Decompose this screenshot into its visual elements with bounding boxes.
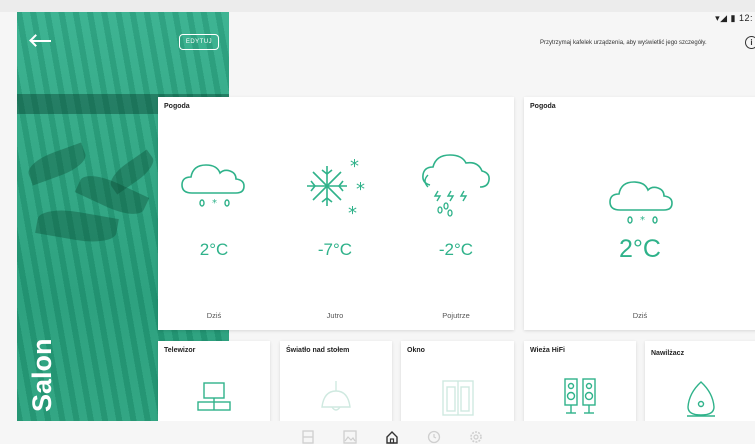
clock-icon[interactable] (427, 430, 441, 444)
tile-title: Pogoda (164, 103, 190, 110)
back-arrow-icon[interactable] (29, 34, 53, 48)
device-tile-hifi[interactable]: Wieża HiFi (524, 341, 636, 431)
svg-text:*: * (640, 215, 645, 226)
settings-icon[interactable] (469, 430, 483, 444)
cloud-snow-icon: * (181, 164, 245, 209)
svg-text:*: * (348, 203, 357, 220)
lamp-icon (321, 381, 351, 411)
edit-button[interactable]: EDYTUJ (179, 34, 219, 50)
tv-icon (197, 382, 231, 411)
cloud-storm-icon (422, 154, 490, 217)
forecast-temp-today: 2°C (199, 240, 229, 259)
image-icon[interactable] (343, 430, 357, 444)
window-icon (442, 380, 474, 416)
forecast-day-tomorrow: Jutro (326, 311, 344, 320)
weather-day: Dziś (632, 311, 648, 320)
cloud-snow-icon: * (609, 181, 673, 226)
forecast-day-after-tomorrow: Pojutrze (442, 311, 470, 320)
app-frame: ▾◢ ▮ 12: EDYTUJ Salon Przytrzymaj kafele… (0, 0, 755, 444)
device-tile-tv[interactable]: Telewizor (158, 341, 270, 431)
humidifier-icon (687, 381, 715, 417)
room-name: Salon (27, 338, 57, 412)
weather-tile-large[interactable]: Pogoda * * * * 2°C -7°C -2°C Dziś Jutro … (158, 97, 514, 330)
device-tile-window[interactable]: Okno (401, 341, 514, 431)
forecast-temp-tomorrow: -7°C (317, 240, 353, 259)
info-icon[interactable]: i (745, 36, 755, 49)
bottom-nav (0, 421, 755, 444)
device-tile-humidifier[interactable]: Nawilżacz (645, 341, 755, 431)
tile-title: Wieża HiFi (530, 347, 565, 354)
forecast-day-today: Dziś (206, 311, 222, 320)
tile-title: Światło nad stołem (286, 347, 350, 354)
hint-text: Przytrzymaj kafelek urządzenia, aby wyśw… (540, 40, 707, 46)
tile-title: Nawilżacz (651, 350, 685, 357)
speakers-icon (564, 378, 596, 414)
devices-icon[interactable] (301, 430, 315, 444)
tile-title: Okno (407, 347, 425, 354)
home-icon[interactable] (385, 430, 399, 444)
svg-text:*: * (356, 179, 365, 200)
device-tile-table-light[interactable]: Światło nad stołem (280, 341, 392, 431)
status-bar: ▾◢ ▮ 12: (715, 13, 753, 23)
weather-tile-small[interactable]: Pogoda * 2°C Dziś (524, 97, 755, 330)
weather-temp: 2°C (619, 235, 661, 263)
svg-text:*: * (350, 156, 359, 177)
top-strip (0, 0, 755, 12)
snowflake-icon: * * * (307, 156, 365, 220)
forecast-temp-after-tomorrow: -2°C (438, 240, 474, 259)
tile-title: Telewizor (164, 347, 196, 354)
svg-text:*: * (212, 198, 217, 209)
status-time: 12: (738, 13, 753, 23)
tile-title: Pogoda (530, 103, 556, 110)
